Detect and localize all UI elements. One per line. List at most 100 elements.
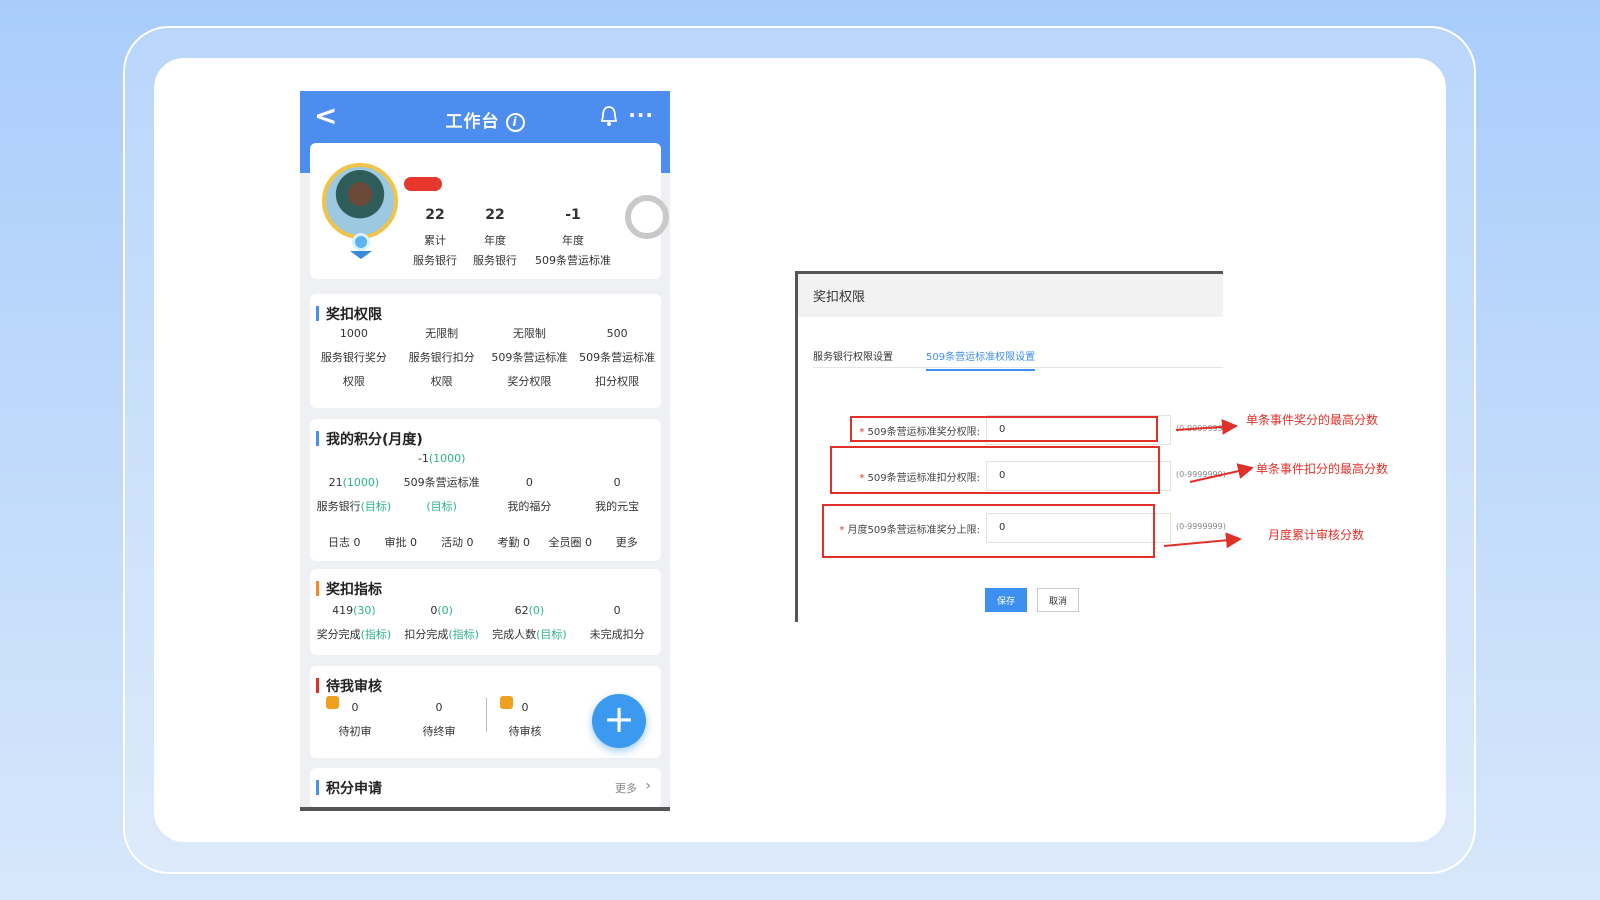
avatar[interactable] — [322, 163, 398, 239]
score-fortune[interactable]: 0 我的福分 — [486, 459, 574, 519]
stat-label: 服务银行 — [473, 254, 517, 267]
index-target: (0) — [437, 604, 453, 617]
redacted-name — [404, 177, 442, 191]
perm-label: 509条营运标准 — [579, 351, 656, 364]
perm-labels-2: 权限 权限 奖分权限 扣分权限 — [310, 370, 661, 394]
score-label: 我的元宝 — [595, 500, 640, 513]
score-509[interactable]: -1(1000) 509条营运标准 (目标) — [398, 447, 486, 519]
more-icon[interactable]: ··· — [628, 103, 654, 127]
review-title: 待我审核 — [316, 676, 382, 696]
highlight-box — [822, 504, 1155, 558]
link-activity[interactable]: 活动 0 — [429, 531, 486, 555]
perm-label: 服务银行扣分 — [408, 351, 475, 364]
tab-509-permissions[interactable]: 509条营运标准权限设置 — [926, 348, 1036, 371]
index-number: 0 — [613, 604, 621, 617]
perm-label: 权限 — [342, 375, 365, 388]
apply-card[interactable]: 积分申请 更多 › — [310, 768, 661, 807]
link-log[interactable]: 日志 0 — [316, 531, 373, 555]
stat-label: 服务银行 — [413, 254, 457, 267]
index-tag: (目标) — [536, 628, 567, 641]
tab-bank-permissions[interactable]: 服务银行权限设置 — [813, 348, 893, 363]
medal-icon — [350, 233, 372, 259]
cancel-button[interactable]: 取消 — [1037, 588, 1079, 612]
score-card: 我的积分(月度) 21(1000) 服务银行(目标) -1(1000) 509条… — [310, 419, 661, 561]
annotation-reward-max: 单条事件奖分的最高分数 — [1246, 413, 1379, 427]
link-more[interactable]: 更多 — [599, 531, 656, 555]
perm-values: 1000 无限制 无限制 500 — [310, 322, 661, 346]
floating-ring-icon[interactable] — [625, 195, 669, 239]
mobile-header: < 工作台 i ··· — [300, 91, 670, 143]
score-ingot[interactable]: 0 我的元宝 — [573, 459, 661, 519]
review-label: 待终审 — [422, 725, 456, 738]
index-value: 419(30) — [310, 599, 398, 623]
tab-bar: 服务银行权限设置 509条营运标准权限设置 — [813, 342, 1223, 371]
score-value: -1 — [417, 452, 429, 465]
review-first[interactable]: 0 待初审 — [330, 696, 380, 744]
stat-total-bank: 22 累计 服务银行 — [410, 207, 460, 271]
apply-more[interactable]: 更多 — [615, 780, 637, 796]
score-value: 0 — [525, 476, 533, 489]
stat-year-509: -1 年度 509条营运标准 — [528, 207, 618, 271]
score-label: 509条营运标准 — [403, 476, 480, 489]
stat-value: 22 — [485, 207, 505, 223]
review-pending[interactable]: 0 待审核 — [500, 696, 550, 744]
index-label: 完成人数(目标) — [486, 623, 574, 647]
panel-title: 奖扣权限 — [798, 274, 1223, 317]
info-icon[interactable]: i — [505, 113, 525, 132]
score-title: 我的积分(月度) — [316, 429, 423, 449]
field-hint: (0-9999999) — [1176, 470, 1226, 479]
save-button[interactable]: 保存 — [985, 588, 1027, 612]
field-hint: (0-9999999) — [1176, 522, 1226, 531]
chevron-right-icon[interactable]: › — [645, 778, 651, 794]
stat-label: 年度 — [484, 234, 506, 247]
highlight-box — [850, 416, 1158, 442]
score-value: 21 — [328, 476, 343, 489]
link-approval[interactable]: 审批 0 — [373, 531, 430, 555]
score-tag: (目标) — [360, 500, 392, 513]
link-attendance[interactable]: 考勤 0 — [486, 531, 543, 555]
divider — [486, 698, 487, 732]
index-tag: (指标) — [360, 628, 392, 641]
index-label: 奖分完成(指标) — [310, 623, 398, 647]
score-label: 我的福分 — [507, 500, 552, 513]
perm-label: 服务银行奖分 — [320, 351, 387, 364]
stat-value: 22 — [425, 207, 445, 223]
perm-value: 500 — [606, 327, 628, 340]
review-label: 待审核 — [508, 725, 542, 738]
index-labels: 奖分完成(指标) 扣分完成(指标) 完成人数(目标) 未完成扣分 — [310, 623, 661, 647]
mobile-workbench: < 工作台 i ··· 22 累计 服务银行 22 年度 服务银行 -1 年度 5… — [300, 91, 670, 811]
link-circle[interactable]: 全员圈 0 — [542, 531, 599, 555]
add-button[interactable]: + — [592, 694, 646, 748]
perm-card: 奖扣权限 1000 无限制 无限制 500 服务银行奖分 服务银行扣分 509条… — [310, 294, 661, 408]
index-label-text: 未完成扣分 — [589, 628, 645, 641]
index-values: 419(30) 0(0) 62(0) 0 — [310, 599, 661, 623]
score-links: 日志 0 审批 0 活动 0 考勤 0 全员圈 0 更多 — [310, 531, 661, 555]
bell-icon[interactable] — [600, 105, 618, 127]
index-label: 扣分完成(指标) — [398, 623, 486, 647]
score-target: (1000) — [428, 452, 466, 465]
stat-label: 509条营运标准 — [535, 254, 611, 267]
highlight-box — [830, 446, 1160, 494]
stat-label: 累计 — [424, 234, 446, 247]
index-label-text: 奖分完成 — [316, 628, 361, 641]
review-label: 待初审 — [338, 725, 372, 738]
score-label: 服务银行 — [316, 500, 361, 513]
score-grid: 21(1000) 服务银行(目标) -1(1000) 509条营运标准 (目标)… — [310, 452, 661, 519]
score-value: 0 — [613, 476, 621, 489]
stat-year-bank: 22 年度 服务银行 — [470, 207, 520, 271]
review-final[interactable]: 0 待终审 — [414, 696, 464, 744]
index-target: (0) — [528, 604, 545, 617]
annotation-deduct-max: 单条事件扣分的最高分数 — [1256, 462, 1389, 476]
index-target: (30) — [353, 604, 376, 617]
perm-labels: 服务银行奖分 服务银行扣分 509条营运标准 509条营运标准 — [310, 346, 661, 370]
score-bank[interactable]: 21(1000) 服务银行(目标) — [310, 459, 398, 519]
review-value: 0 — [351, 701, 359, 714]
score-target: (1000) — [342, 476, 380, 489]
perm-label: 奖分权限 — [507, 375, 552, 388]
mobile-title-text: 工作台 — [445, 112, 500, 132]
apply-title: 积分申请 — [316, 778, 382, 798]
review-value: 0 — [435, 701, 443, 714]
index-value: 0(0) — [398, 599, 486, 623]
perm-label: 509条营运标准 — [491, 351, 568, 364]
index-label-text: 扣分完成 — [404, 628, 449, 641]
